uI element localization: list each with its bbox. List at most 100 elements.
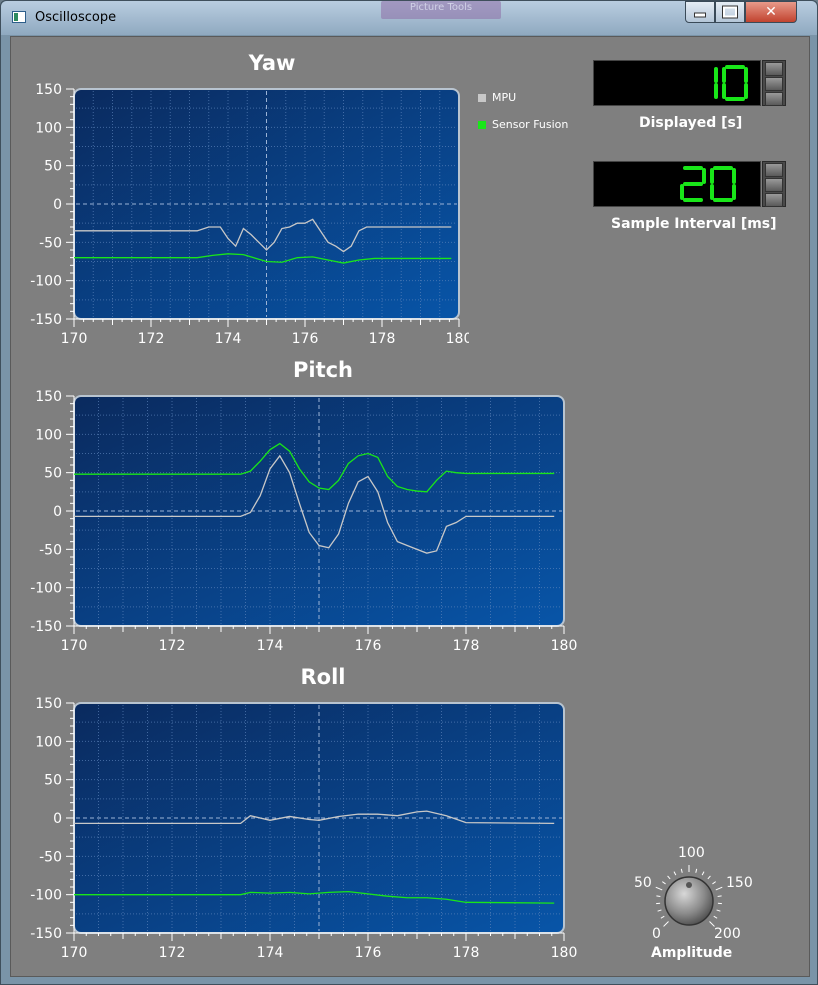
x-tick-label: 178 bbox=[453, 945, 480, 961]
displayed-spin-middle[interactable] bbox=[765, 77, 783, 91]
roll-plot: 150 100 50 0 -50 -100 -150 170 172 174 176 178 180 bbox=[30, 696, 578, 961]
x-tick-label: 176 bbox=[355, 945, 382, 961]
x-tick-label: 170 bbox=[61, 331, 88, 347]
y-tick-label: -50 bbox=[39, 542, 62, 558]
x-tick-label: 178 bbox=[369, 331, 396, 347]
x-tick-label: 172 bbox=[159, 638, 186, 654]
dial-tick bbox=[680, 868, 683, 873]
displayed-label: Displayed [s] bbox=[639, 115, 743, 131]
dial-tick bbox=[656, 895, 661, 897]
sample-interval-spin-down[interactable] bbox=[765, 193, 783, 207]
displayed-spin-down[interactable] bbox=[765, 92, 783, 106]
close-icon: ✕ bbox=[765, 4, 777, 20]
oscilloscope-window: Oscilloscope Picture Tools ✕ Yaw Pitch R… bbox=[0, 0, 818, 985]
x-tick-label: 178 bbox=[453, 638, 480, 654]
y-tick-label: 150 bbox=[35, 696, 62, 712]
y-tick-label: -150 bbox=[30, 619, 62, 635]
y-tick-label: 50 bbox=[44, 773, 62, 789]
dial-tick bbox=[663, 921, 669, 927]
y-tick-label: -50 bbox=[39, 849, 62, 865]
y-tick-label: -150 bbox=[30, 926, 62, 942]
dial-tick bbox=[713, 915, 718, 919]
amplitude-tick-100: 100 bbox=[678, 845, 705, 861]
sample-interval-spin-up[interactable] bbox=[765, 163, 783, 177]
sample-interval-lcd bbox=[593, 161, 761, 207]
y-tick-label: -150 bbox=[30, 312, 62, 328]
x-tick-label: 180 bbox=[551, 638, 578, 654]
minimize-button[interactable] bbox=[685, 1, 715, 23]
y-tick-label: -100 bbox=[30, 581, 62, 597]
x-tick-label: 176 bbox=[355, 638, 382, 654]
dial-tick bbox=[667, 875, 671, 880]
sample-interval-lcd-digits bbox=[680, 166, 736, 202]
y-tick-label: 0 bbox=[53, 197, 62, 213]
close-button[interactable]: ✕ bbox=[745, 1, 797, 23]
y-tick-label: 100 bbox=[35, 734, 62, 750]
y-tick-label: 50 bbox=[44, 159, 62, 175]
dial-tick bbox=[707, 875, 711, 880]
x-tick-label: 170 bbox=[61, 638, 88, 654]
displayed-spinner[interactable] bbox=[762, 60, 786, 106]
y-tick-label: 100 bbox=[35, 427, 62, 443]
dial-tick bbox=[716, 909, 721, 912]
amplitude-label: Amplitude bbox=[651, 945, 733, 961]
dial-tick bbox=[673, 871, 677, 876]
amplitude-knob-indicator bbox=[686, 882, 692, 888]
x-tick-label: 170 bbox=[61, 945, 88, 961]
x-tick-label: 176 bbox=[292, 331, 319, 347]
y-tick-label: 100 bbox=[35, 120, 62, 136]
sample-interval-label: Sample Interval [ms] bbox=[611, 216, 777, 232]
dial-tick bbox=[717, 895, 722, 897]
title-bar[interactable]: Oscilloscope Picture Tools ✕ bbox=[1, 1, 817, 35]
background-tab: Picture Tools bbox=[381, 1, 501, 19]
pitch-title: Pitch bbox=[292, 358, 354, 382]
y-tick-label: -50 bbox=[39, 235, 62, 251]
y-tick-label: -100 bbox=[30, 274, 62, 290]
window-title: Oscilloscope bbox=[35, 10, 117, 25]
sample-interval-spin-middle[interactable] bbox=[765, 178, 783, 192]
app-icon[interactable] bbox=[12, 11, 26, 23]
y-tick-label: 150 bbox=[35, 389, 62, 405]
maximize-icon bbox=[722, 5, 738, 19]
x-tick-label: 172 bbox=[138, 331, 165, 347]
maximize-button[interactable] bbox=[715, 1, 745, 23]
dial-tick bbox=[701, 871, 705, 876]
x-tick-label: 172 bbox=[159, 945, 186, 961]
legend-swatch-sensor-fusion bbox=[478, 121, 486, 129]
dial-tick bbox=[657, 909, 662, 912]
dial-tick bbox=[662, 881, 666, 885]
displayed-spin-up[interactable] bbox=[765, 62, 783, 76]
y-tick-label: 0 bbox=[53, 504, 62, 520]
roll-title: Roll bbox=[300, 665, 346, 689]
legend-item-sensor-fusion: Sensor Fusion bbox=[478, 118, 568, 145]
legend-item-mpu: MPU bbox=[478, 91, 568, 118]
dial-tick bbox=[695, 868, 698, 873]
amplitude-tick-50: 50 bbox=[634, 875, 652, 891]
dial-tick bbox=[709, 921, 715, 927]
displayed-lcd-digits bbox=[714, 65, 748, 101]
x-tick-label: 174 bbox=[257, 638, 284, 654]
legend: MPU Sensor Fusion bbox=[478, 91, 568, 145]
dial-tick bbox=[715, 886, 723, 891]
sample-interval-spinner[interactable] bbox=[762, 161, 786, 207]
legend-label-sensor-fusion: Sensor Fusion bbox=[492, 118, 569, 131]
pitch-plot: 150 100 50 0 -50 -100 -150 170 172 174 176 178 180 bbox=[30, 389, 578, 654]
y-tick-label: 50 bbox=[44, 466, 62, 482]
y-tick-label: 150 bbox=[35, 82, 62, 98]
yaw-plot: 150 100 50 0 -50 -100 -150 170 172 174 176 178 180 bbox=[30, 82, 469, 347]
yaw-title: Yaw bbox=[248, 51, 296, 75]
displayed-lcd bbox=[593, 60, 761, 106]
dial-tick bbox=[712, 881, 716, 885]
legend-swatch-mpu bbox=[478, 94, 486, 102]
dial-tick bbox=[660, 915, 665, 919]
legend-label-mpu: MPU bbox=[492, 91, 517, 104]
amplitude-dial[interactable] bbox=[651, 863, 727, 939]
y-tick-label: -100 bbox=[30, 888, 62, 904]
x-tick-label: 180 bbox=[551, 945, 578, 961]
amplitude-tick-150: 150 bbox=[726, 875, 753, 891]
minimize-icon bbox=[694, 12, 706, 18]
x-tick-label: 180 bbox=[446, 331, 469, 347]
x-tick-label: 174 bbox=[257, 945, 284, 961]
y-tick-label: 0 bbox=[53, 811, 62, 827]
dial-tick bbox=[655, 886, 663, 891]
